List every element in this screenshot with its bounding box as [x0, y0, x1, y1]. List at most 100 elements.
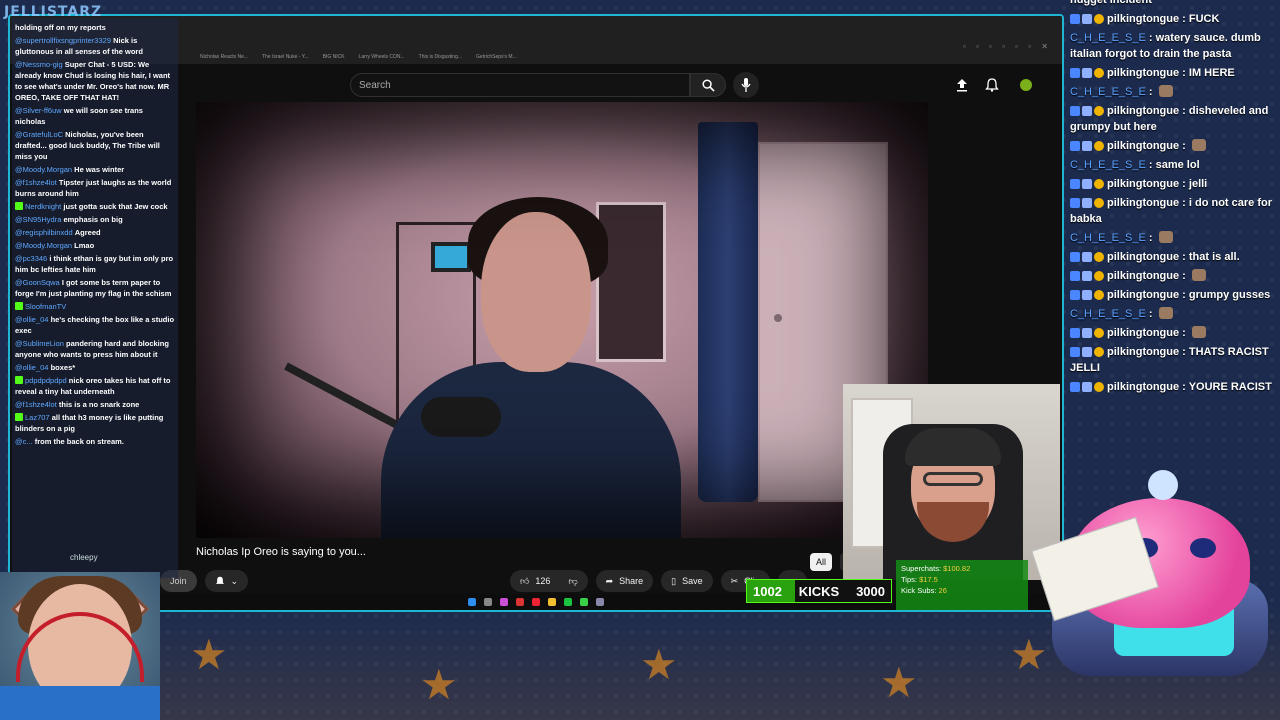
chat-username[interactable]: pilkingtongue — [1107, 13, 1179, 25]
chat-username[interactable]: @ollie_04 — [15, 315, 51, 324]
app-icon[interactable] — [564, 598, 572, 606]
chat-message: @GoonSqwa I got some bs term paper to fo… — [15, 277, 175, 299]
chip-all[interactable]: All — [810, 553, 833, 571]
webcam-shirt — [0, 686, 160, 720]
chat-username[interactable]: @Moody.Morgan — [15, 165, 74, 174]
avatar-icon — [1020, 79, 1032, 91]
chat-username[interactable]: Laz707 — [25, 413, 52, 422]
chat-message: pilkingtongue : disheveled and grumpy bu… — [1070, 103, 1276, 135]
chat-text: grumpy gusses — [1188, 289, 1271, 301]
coin-badge-icon — [1094, 271, 1104, 281]
upload-button[interactable] — [952, 75, 972, 95]
chat-message: pilkingtongue : IM HERE — [1070, 65, 1276, 81]
browser-tab[interactable]: BIG NICK — [323, 54, 345, 64]
video-caption: Nicholas Ip Oreo is saying to you... — [196, 546, 366, 558]
app-icon[interactable] — [596, 598, 604, 606]
search-icon[interactable] — [484, 598, 492, 606]
chat-badges — [1070, 106, 1104, 116]
chat-message: C_H_E_E_S_E : — [1070, 230, 1276, 246]
chat-username[interactable]: pilkingtongue — [1107, 327, 1179, 339]
chat-message: @ollie_04 he's checking the box like a s… — [15, 314, 175, 336]
search-button[interactable] — [690, 73, 726, 97]
chat-username[interactable]: pilkingtongue — [1107, 381, 1179, 393]
chat-username[interactable]: pilkingtongue — [1107, 105, 1179, 117]
chat-username[interactable]: @ollie_04 — [15, 363, 51, 372]
start-icon[interactable] — [468, 598, 476, 606]
share-button[interactable]: ➦ Share — [595, 570, 654, 592]
window-controls[interactable]: ▫ ▫ ▫ ▫ ▫ ▫ ✕ — [963, 42, 1052, 51]
kick-subs-value: 26 — [938, 586, 947, 595]
chat-username[interactable]: pilkingtongue — [1107, 289, 1179, 301]
chat-username[interactable]: @SublimeLion — [15, 339, 66, 348]
app-icon[interactable] — [500, 598, 508, 606]
chat-username[interactable]: pilkingtongue — [1107, 140, 1179, 152]
chat-username[interactable]: C_H_E_E_S_E — [1070, 86, 1146, 98]
notifications-button[interactable] — [982, 75, 1002, 95]
superchat-totals: Superchats: $100.82 Tips: $17.5 Kick Sub… — [896, 560, 1028, 610]
chat-username[interactable]: C_H_E_E_S_E — [1070, 159, 1146, 171]
app-icon[interactable] — [580, 598, 588, 606]
subscribe-bell-button[interactable]: ⌄ — [204, 570, 249, 592]
avatar[interactable] — [1016, 75, 1036, 95]
browser-tab[interactable]: GetrichSeps's M... — [476, 54, 517, 64]
chat-username[interactable]: @GoonSqwa — [15, 278, 62, 287]
chat-username[interactable]: @SN95Hydra — [15, 215, 63, 224]
emote-icon — [1158, 307, 1173, 319]
chat-username[interactable]: @GratefulLoC — [15, 130, 65, 139]
app-icon[interactable] — [532, 598, 540, 606]
chat-username[interactable]: @pc3346 — [15, 254, 49, 263]
chat-username[interactable]: pilkingtongue — [1107, 346, 1179, 358]
coin-badge-icon — [1094, 198, 1104, 208]
chat-username[interactable]: pilkingtongue — [1107, 178, 1179, 190]
video-player[interactable] — [196, 102, 928, 538]
browser-tab[interactable]: The Israel Nuke - Y... — [262, 54, 309, 64]
chat-username[interactable]: C_H_E_E_S_E — [1070, 32, 1146, 44]
chat-message: @Moody.Morgan Lmao — [15, 240, 175, 251]
chat-text: just gotta suck that Jew cock — [63, 202, 168, 211]
chat-username[interactable]: C_H_E_E_S_E — [1070, 232, 1146, 244]
chat-message: pilkingtongue : THATS RACIST JELLI — [1070, 344, 1276, 376]
folder-icon[interactable] — [548, 598, 556, 606]
chat-message: pilkingtongue : i do not care for babka — [1070, 195, 1276, 227]
browser-tab[interactable]: This is Disgusting... — [419, 54, 462, 64]
chat-username[interactable]: @Moody.Morgan — [15, 241, 74, 250]
chat-username[interactable]: pilkingtongue — [1107, 251, 1179, 263]
browser-tab[interactable]: Nicholas Reacts Ne... — [200, 54, 248, 64]
chat-username[interactable]: @f1shze4lot — [15, 178, 59, 187]
chat-username[interactable]: @c... — [15, 437, 35, 446]
chat-username[interactable]: @supertrollfixsngprinter3329 — [15, 36, 113, 45]
voice-search-button[interactable] — [733, 72, 759, 98]
chat-username[interactable]: Nerdknight — [25, 202, 63, 211]
star-badge-icon — [1082, 290, 1092, 300]
star-icon: ★ — [880, 658, 918, 707]
app-icon[interactable] — [516, 598, 524, 606]
chat-message: @Silver-ff6uw we will soon see trans nic… — [15, 105, 175, 127]
thumbs-down-icon[interactable]: 👎︎ — [568, 576, 577, 587]
chat-username[interactable]: C_H_E_E_S_E — [1070, 308, 1146, 320]
like-button[interactable]: 👍︎ 126 👎︎ — [510, 570, 588, 592]
chat-username[interactable]: @Silver-ff6uw — [15, 106, 64, 115]
browser-tab[interactable]: Larry Wheels CON... — [359, 54, 405, 64]
chat-text: He was winter — [74, 165, 125, 174]
chat-message: pilkingtongue : FUCK — [1070, 11, 1276, 27]
chat-username[interactable]: @f1shze4lot — [15, 400, 59, 409]
right-chat-list: pilkingtongue : FUCK C_H_E_E_S_E : watery… — [1070, 11, 1276, 395]
chat-username[interactable]: pilkingtongue — [1107, 270, 1179, 282]
chat-message: C_H_E_E_S_E : — [1070, 306, 1276, 322]
chat-username[interactable]: @regisphilbinxdd — [15, 228, 75, 237]
chat-text: from the back on stream. — [34, 437, 124, 446]
chat-username[interactable]: pdpdpdpdpd — [25, 376, 69, 385]
chat-username[interactable]: SloofmanTV — [25, 302, 66, 311]
chat-username[interactable]: @Nessmo-gig — [15, 60, 65, 69]
chat-username[interactable]: pilkingtongue — [1107, 197, 1179, 209]
chat-username[interactable]: pilkingtongue — [1107, 67, 1179, 79]
microphone-icon — [741, 78, 751, 92]
star-badge-icon — [1082, 328, 1092, 338]
chat-badges — [1070, 252, 1104, 262]
save-button[interactable]: ▯ Save — [661, 570, 713, 592]
chat-text: this is a no snark zone — [58, 400, 140, 409]
star-badge-icon — [1082, 14, 1092, 24]
search-input[interactable]: Search — [350, 73, 690, 97]
chat-message: @Moody.Morgan He was winter — [15, 164, 175, 175]
chat-message: @f1shze4lot Tipster just laughs as the w… — [15, 177, 175, 199]
